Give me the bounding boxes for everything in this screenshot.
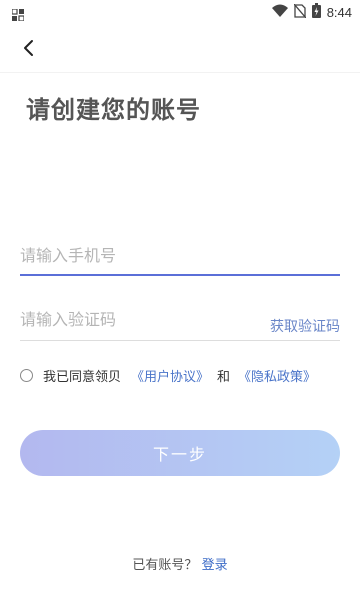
no-sim-icon	[293, 3, 307, 22]
user-agreement-link[interactable]: 《用户协议》	[131, 366, 209, 385]
status-bar: 8:44	[0, 0, 360, 24]
get-code-button[interactable]: 获取验证码	[270, 316, 340, 336]
page-title: 请创建您的账号	[26, 96, 201, 124]
agreement-row: 我已同意领贝 《用户协议》 和 《隐私政策》	[20, 364, 316, 386]
next-step-button[interactable]: 下一步	[20, 430, 340, 476]
footer-login-row: 已有账号？ 登录	[0, 554, 360, 573]
phone-input[interactable]	[20, 242, 340, 268]
header-divider	[0, 72, 360, 73]
privacy-policy-link[interactable]: 《隐私政策》	[238, 366, 316, 385]
verification-code-input[interactable]	[20, 306, 250, 332]
notification-icon	[11, 6, 25, 22]
back-button[interactable]	[14, 36, 42, 64]
status-time: 8:44	[326, 4, 352, 20]
register-screen: 8:44 请创建您的账号 获取验证码 我已同意领贝 《用户协议》 和 《隐私政策…	[0, 0, 360, 600]
login-link[interactable]: 登录	[202, 558, 228, 573]
battery-icon	[311, 2, 321, 22]
status-icons: 8:44	[271, 2, 352, 22]
agreement-text: 我已同意领贝	[43, 369, 122, 385]
phone-field	[20, 242, 340, 276]
wifi-icon	[271, 3, 288, 22]
agreement-and-text: 和	[217, 369, 231, 385]
agreement-radio[interactable]	[20, 368, 33, 382]
back-arrow-icon	[21, 39, 35, 61]
verification-code-field: 获取验证码	[20, 306, 340, 341]
has-account-text: 已有账号？	[132, 558, 198, 573]
